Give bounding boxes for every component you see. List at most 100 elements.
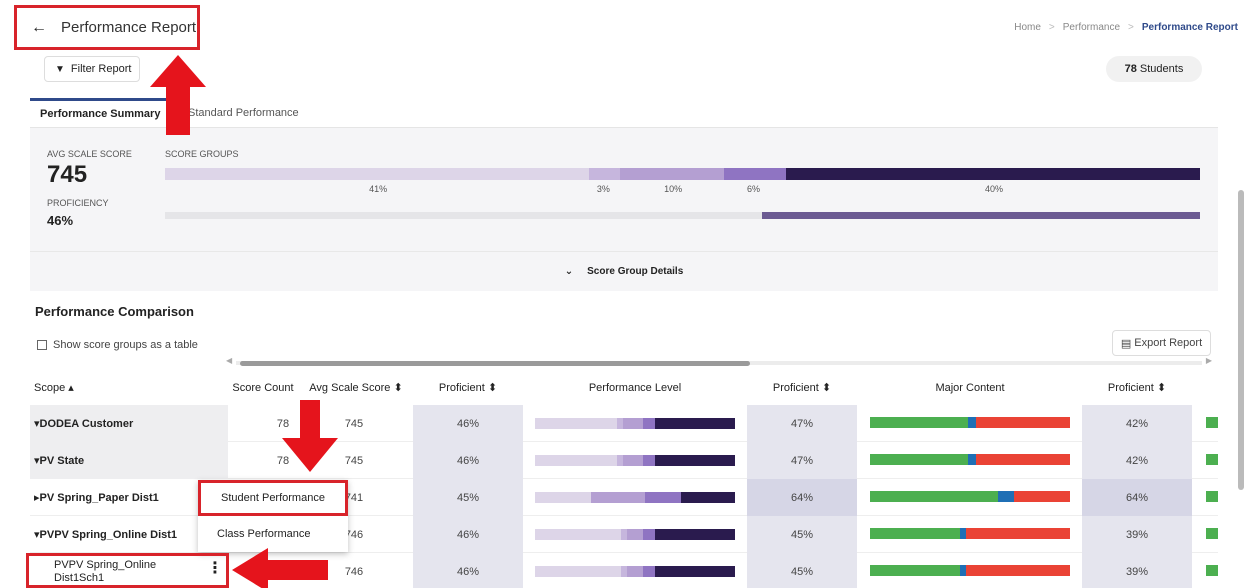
annotation-arrow-up <box>150 55 206 135</box>
level-segment <box>645 492 681 503</box>
proficient-cell-1: 46% <box>413 516 523 553</box>
level-segment <box>655 455 735 466</box>
next-column-bar <box>1206 528 1218 539</box>
content-segment <box>870 565 960 576</box>
score-group-details-label: Score Group Details <box>587 266 684 277</box>
scroll-thumb[interactable] <box>240 361 750 366</box>
proficient-cell-2: 45% <box>747 553 857 588</box>
content-segment <box>976 417 1070 428</box>
page-title: Performance Report <box>61 19 197 36</box>
breadcrumb-home[interactable]: Home <box>1014 22 1041 33</box>
next-column-bar <box>1206 417 1218 428</box>
proficient-cell-1: 45% <box>413 479 523 516</box>
proficient-cell-2: 45% <box>747 516 857 553</box>
top-header: ← Performance Report Home > Performance … <box>0 0 1246 50</box>
table-row[interactable]: ▾DODEA Customer 78 745 46% 47% 42% <box>30 405 1218 442</box>
next-column-bar <box>1206 491 1218 502</box>
level-segment <box>623 455 643 466</box>
document-icon: ▤ <box>1120 337 1132 350</box>
level-segment <box>535 566 621 577</box>
score-group-segment <box>620 168 724 180</box>
performance-level-bar <box>535 418 735 429</box>
table-row[interactable]: ▾PV State 78 745 46% 47% 42% <box>30 442 1218 479</box>
score-group-percent: 41% <box>369 184 388 194</box>
score-group-percent: 40% <box>985 184 1004 194</box>
proficiency-value: 46% <box>47 213 74 228</box>
score-group-segment <box>165 168 590 180</box>
annotation-arrow-down <box>282 400 338 472</box>
breadcrumb-current: Performance Report <box>1141 22 1238 33</box>
score-group-percent: 3% <box>596 184 610 194</box>
avg-scale-score-value: 745 <box>47 161 88 188</box>
scope-cell[interactable]: ▾PV State <box>30 442 228 479</box>
proficient-cell-2: 47% <box>747 405 857 442</box>
major-content-bar <box>870 417 1070 428</box>
content-segment <box>976 454 1070 465</box>
students-label: Students <box>1139 63 1184 75</box>
menu-item-student-performance[interactable]: Student Performance <box>198 480 348 516</box>
score-group-segment <box>785 168 1200 180</box>
vertical-scroll-thumb[interactable] <box>1238 190 1244 490</box>
summary-section: AVG SCALE SCORE SCORE GROUPS 745 PROFICI… <box>30 128 1218 251</box>
scroll-left-icon[interactable]: ◀ <box>226 356 232 365</box>
score-group-percent: 10% <box>664 184 683 194</box>
back-arrow-icon[interactable]: ← <box>31 19 47 37</box>
column-header-proficient-1[interactable]: Proficient ⬍ <box>413 370 523 405</box>
vertical-scrollbar[interactable] <box>1236 50 1246 588</box>
scroll-right-icon[interactable]: ▶ <box>1206 356 1212 365</box>
column-header-major-content: Major Content <box>935 381 1005 394</box>
proficient-cell-1: 46% <box>413 553 523 588</box>
column-header-proficient-3[interactable]: Proficient ⬍ <box>1082 370 1192 405</box>
next-column-bar <box>1206 454 1218 465</box>
content-segment <box>870 417 968 428</box>
score-group-details-toggle[interactable]: ⌄ Score Group Details <box>30 251 1218 291</box>
performance-level-bar <box>535 455 735 466</box>
major-content-bar <box>870 565 1070 576</box>
column-header-scope[interactable]: Scope ▴ <box>30 370 228 405</box>
content-segment <box>968 454 976 465</box>
score-groups-bar <box>165 168 1200 180</box>
content-segment <box>966 528 1070 539</box>
scope-context-menu: Student Performance Class Performance <box>198 480 348 552</box>
kebab-menu-icon[interactable]: ⋮ <box>207 558 223 578</box>
show-table-label: Show score groups as a table <box>53 339 198 351</box>
level-segment <box>535 529 621 540</box>
breadcrumb-performance[interactable]: Performance <box>1063 22 1120 33</box>
level-segment <box>643 455 655 466</box>
level-segment <box>655 529 735 540</box>
filter-icon: ▼ <box>55 63 65 75</box>
level-segment <box>655 566 735 577</box>
level-segment <box>591 492 645 503</box>
proficient-cell-3: 42% <box>1082 442 1192 479</box>
performance-level-bar <box>535 566 735 577</box>
show-table-toggle[interactable]: Show score groups as a table <box>37 339 198 351</box>
students-count-badge: 78 Students <box>1106 56 1202 82</box>
chevron-down-icon: ⌄ <box>564 266 574 277</box>
show-table-checkbox[interactable] <box>37 340 47 350</box>
column-header-proficient-2[interactable]: Proficient ⬍ <box>747 370 857 405</box>
proficient-cell-3: 39% <box>1082 553 1192 588</box>
major-content-bar <box>870 491 1070 502</box>
scope-cell[interactable]: ▾DODEA Customer <box>30 405 228 442</box>
menu-item-class-performance[interactable]: Class Performance <box>198 516 348 552</box>
content-segment <box>870 528 960 539</box>
annotation-arrow-left <box>232 548 328 588</box>
proficient-cell-3: 64% <box>1082 479 1192 516</box>
level-segment <box>623 418 643 429</box>
proficiency-bar <box>165 212 1200 219</box>
avg-scale-score-cell: 746 <box>344 565 364 578</box>
proficient-cell-3: 39% <box>1082 516 1192 553</box>
level-segment <box>655 418 735 429</box>
filter-report-button[interactable]: ▼ Filter Report <box>44 56 140 82</box>
proficient-cell-3: 42% <box>1082 405 1192 442</box>
content-segment <box>998 491 1014 502</box>
horizontal-scrollbar[interactable]: ◀ ▶ <box>226 356 1212 367</box>
content-segment <box>966 565 1070 576</box>
proficient-cell-2: 64% <box>747 479 857 516</box>
export-report-button[interactable]: ▤ Export Report <box>1112 330 1211 356</box>
tab-performance-summary[interactable]: Performance Summary <box>30 98 170 128</box>
performance-level-bar <box>535 492 735 503</box>
major-content-bar <box>870 454 1070 465</box>
proficiency-bar-fill <box>762 212 1200 219</box>
annotation-highlight-row <box>26 553 229 588</box>
